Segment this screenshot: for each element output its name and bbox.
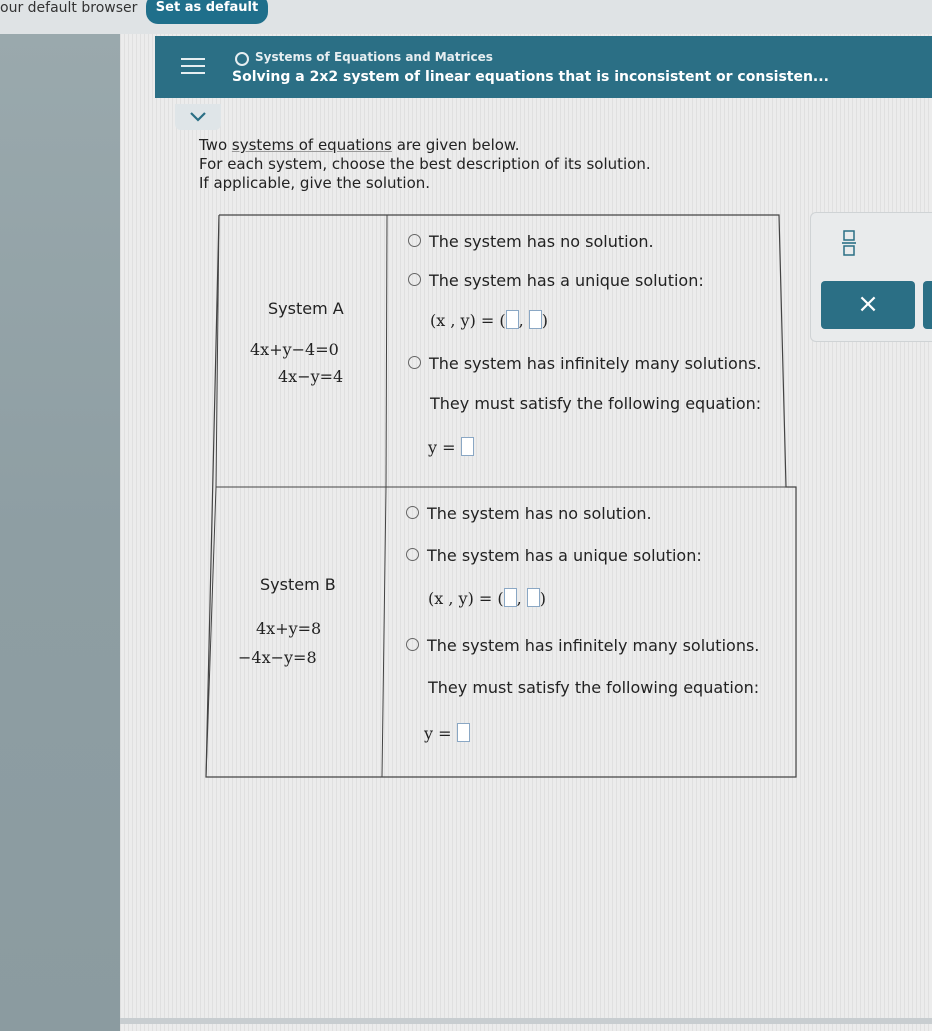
system-b-y-equation: y =	[424, 723, 470, 744]
system-a-label: System A	[268, 299, 344, 318]
option-label: The system has no solution.	[427, 504, 652, 523]
next-tool-button[interactable]	[923, 281, 932, 329]
fraction-icon[interactable]	[841, 229, 857, 257]
radio-button[interactable]	[406, 548, 419, 561]
radio-button[interactable]	[406, 638, 419, 651]
system-b-option-unique[interactable]: The system has a unique solution:	[406, 546, 702, 565]
pair-lhs: (x , y) =	[430, 311, 495, 330]
system-b-y-input[interactable]	[526, 588, 540, 607]
system-b-eq1: 4x+y=8	[256, 619, 322, 638]
system-b-eq2: −4x−y=8	[238, 648, 317, 667]
answer-tools-panel: ×	[810, 212, 932, 342]
system-a-y-input[interactable]	[528, 310, 542, 329]
system-a-option-unique[interactable]: The system has a unique solution:	[408, 271, 704, 290]
system-a-satisfy-text: They must satisfy the following equation…	[430, 394, 762, 413]
system-a-eq1: 4x+y−4=0	[250, 340, 339, 359]
system-a-option-no-solution[interactable]: The system has no solution.	[408, 232, 654, 251]
system-b-y-expression-input[interactable]	[456, 723, 470, 742]
system-b-x-input[interactable]	[503, 588, 517, 607]
system-a-option-infinite[interactable]: The system has infinitely many solutions…	[408, 354, 761, 373]
system-a-y-expression-input[interactable]	[460, 437, 474, 456]
system-a-eq2: 4x−y=4	[278, 367, 344, 386]
system-b-satisfy-text: They must satisfy the following equation…	[428, 678, 760, 697]
y-lhs: y =	[424, 724, 452, 743]
pair-lhs: (x , y) =	[428, 589, 493, 608]
y-lhs: y =	[428, 438, 456, 457]
system-a-x-input[interactable]	[505, 310, 519, 329]
radio-button[interactable]	[408, 273, 421, 286]
option-label: The system has infinitely many solutions…	[429, 354, 762, 373]
option-label: The system has infinitely many solutions…	[427, 636, 760, 655]
system-a-y-equation: y =	[428, 437, 474, 458]
system-b-option-infinite[interactable]: The system has infinitely many solutions…	[406, 636, 759, 655]
radio-button[interactable]	[406, 506, 419, 519]
radio-button[interactable]	[408, 356, 421, 369]
option-label: The system has a unique solution:	[427, 546, 702, 565]
option-label: The system has no solution.	[429, 232, 654, 251]
page-bottom-edge	[120, 1018, 932, 1024]
system-b-pair: (x , y) = (, )	[428, 588, 547, 608]
system-b-option-no-solution[interactable]: The system has no solution.	[406, 504, 652, 523]
system-a-pair: (x , y) = (, )	[430, 310, 549, 330]
option-label: The system has a unique solution:	[429, 271, 704, 290]
system-b-label: System B	[260, 575, 336, 594]
radio-button[interactable]	[408, 234, 421, 247]
clear-button[interactable]: ×	[821, 281, 915, 329]
